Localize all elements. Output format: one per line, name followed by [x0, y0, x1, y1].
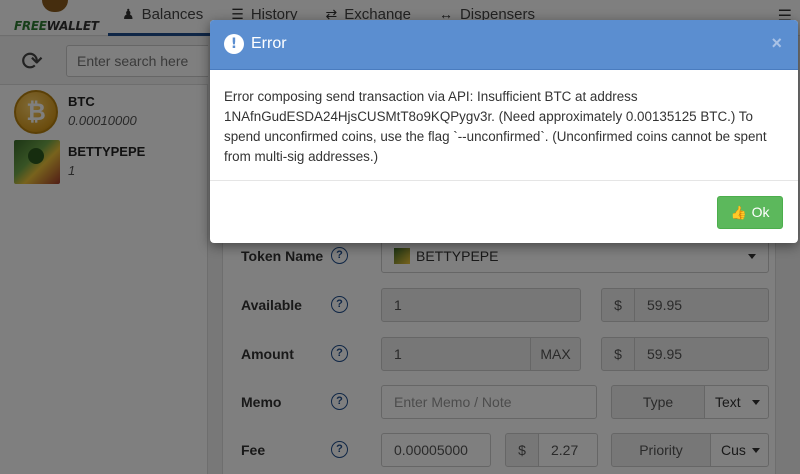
ok-button-label: Ok	[751, 204, 770, 220]
thumbs-up-icon: 👍	[730, 205, 747, 220]
error-dialog: ! Error × Error composing send transacti…	[210, 20, 798, 243]
error-message: Error composing send transaction via API…	[224, 89, 767, 164]
close-icon[interactable]: ×	[771, 33, 782, 54]
ok-button[interactable]: 👍 Ok	[717, 196, 783, 229]
error-dialog-header: ! Error ×	[210, 20, 798, 70]
error-dialog-footer: 👍 Ok	[210, 180, 798, 243]
error-dialog-title: Error	[251, 35, 287, 52]
exclamation-circle-icon: !	[224, 34, 244, 54]
